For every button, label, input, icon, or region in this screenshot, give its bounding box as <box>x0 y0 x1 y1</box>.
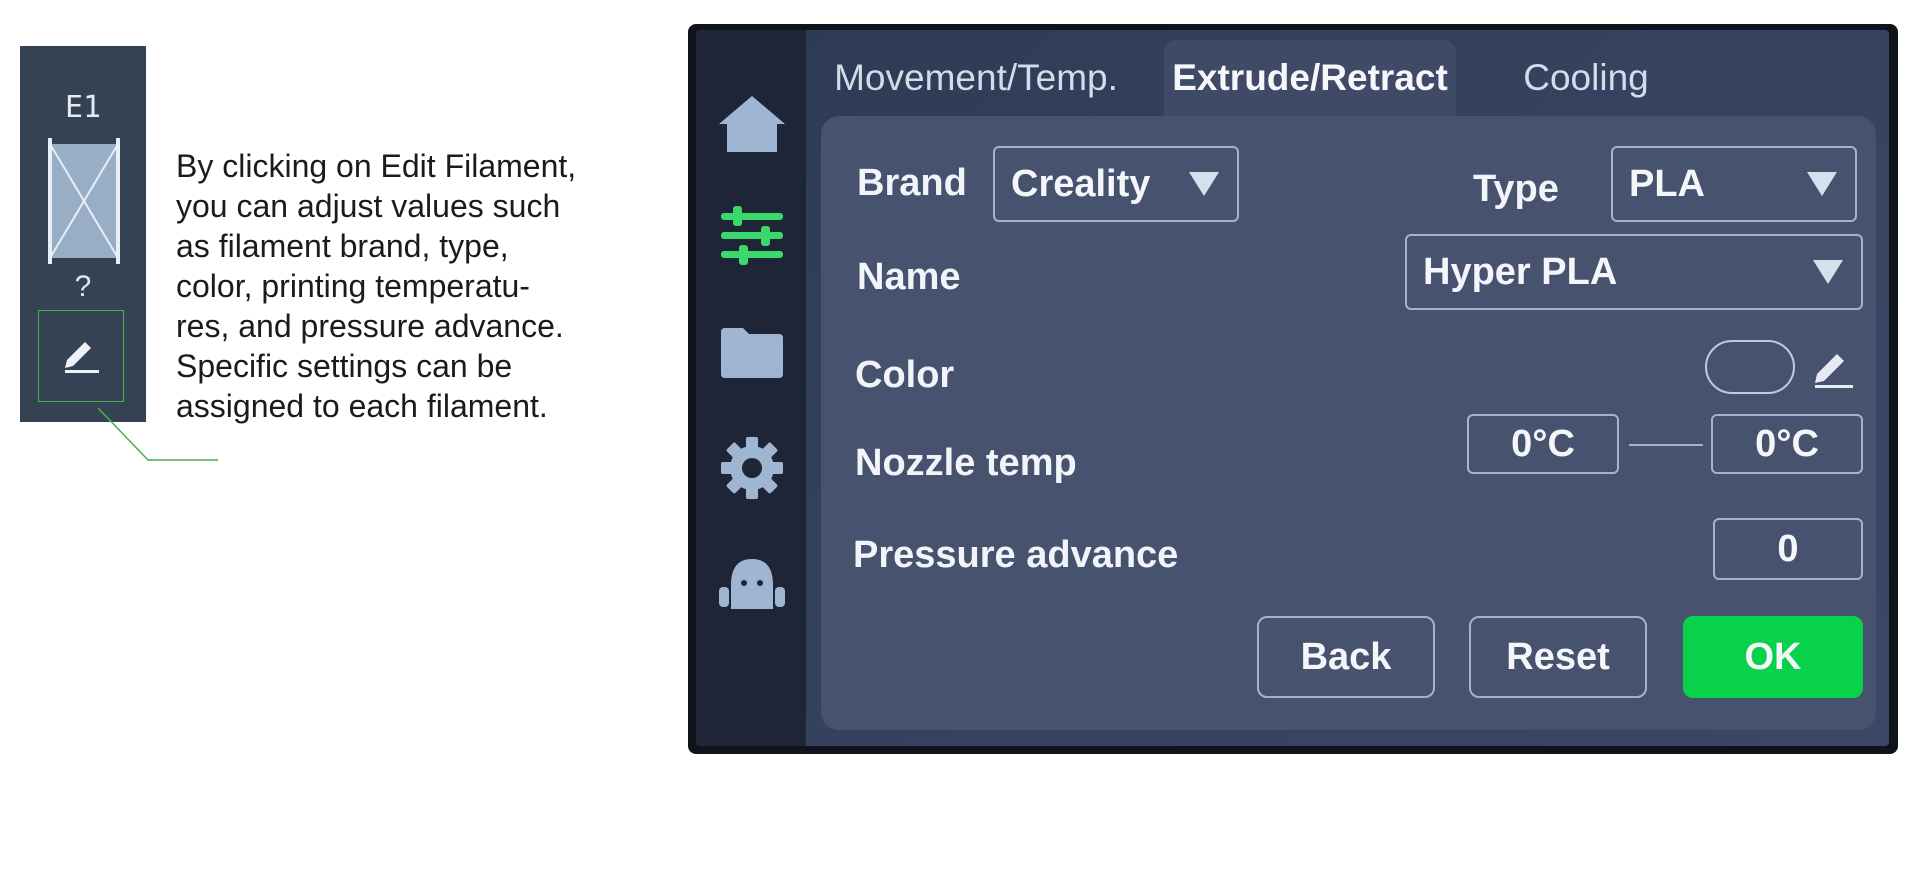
sidebar-item-settings-sliders[interactable] <box>716 200 788 272</box>
ok-button[interactable]: OK <box>1683 616 1863 698</box>
tab-bar: Movement/Temp. Extrude/Retract Cooling <box>806 30 1889 116</box>
sidebar-item-files[interactable] <box>716 316 788 388</box>
nozzle-temp-min-input[interactable]: 0°C <box>1467 414 1619 474</box>
description-line: you can adjust values such <box>176 188 561 224</box>
touch-screen: Movement/Temp. Extrude/Retract Cooling B… <box>696 30 1889 746</box>
name-value: Hyper PLA <box>1423 250 1618 293</box>
tab-cooling[interactable]: Cooling <box>1466 40 1706 116</box>
color-label: Color <box>855 354 955 396</box>
dropdown-arrow-icon <box>1807 172 1837 196</box>
gear-icon <box>721 437 783 499</box>
range-separator <box>1629 444 1703 446</box>
type-value: PLA <box>1629 162 1705 205</box>
sidebar-item-assistant[interactable] <box>716 548 788 620</box>
pressure-advance-input[interactable]: 0 <box>1713 518 1863 580</box>
sidebar-item-system[interactable] <box>716 432 788 504</box>
name-dropdown[interactable]: Hyper PLA <box>1405 234 1863 310</box>
description-line: By clicking on Edit Filament, <box>176 148 577 184</box>
dropdown-arrow-icon <box>1189 172 1219 196</box>
nozzle-temp-label: Nozzle temp <box>855 442 1077 484</box>
name-label: Name <box>857 256 961 298</box>
sidebar-item-home[interactable] <box>716 88 788 160</box>
brand-dropdown[interactable]: Creality <box>993 146 1239 222</box>
back-button[interactable]: Back <box>1257 616 1435 698</box>
robot-icon <box>719 559 785 609</box>
filament-settings-panel: Brand Creality Type PLA Name Hyper PLA C… <box>821 116 1876 730</box>
home-icon <box>719 96 785 152</box>
sliders-icon <box>721 206 783 265</box>
tab-movement-temp[interactable]: Movement/Temp. <box>806 40 1146 116</box>
description-line: as filament brand, type, <box>176 228 509 264</box>
description-line: assigned to each filament. <box>176 388 548 424</box>
tab-extrude-retract[interactable]: Extrude/Retract <box>1164 40 1456 116</box>
description-line: Specific settings can be <box>176 348 513 384</box>
type-dropdown[interactable]: PLA <box>1611 146 1857 222</box>
nozzle-temp-max-input[interactable]: 0°C <box>1711 414 1863 474</box>
pressure-advance-label: Pressure advance <box>853 534 1179 576</box>
dropdown-arrow-icon <box>1813 260 1843 284</box>
brand-value: Creality <box>1011 162 1151 205</box>
description-line: color, printing temperatu- <box>176 268 530 304</box>
type-label: Type <box>1473 168 1559 210</box>
pencil-edit-icon[interactable] <box>1811 350 1855 390</box>
printer-display: Movement/Temp. Extrude/Retract Cooling B… <box>688 24 1898 754</box>
brand-label: Brand <box>857 162 967 204</box>
edit-filament-description: By clicking on Edit Filament, you can ad… <box>176 146 656 426</box>
color-swatch[interactable] <box>1705 340 1795 394</box>
description-line: res, and pressure advance. <box>176 308 564 344</box>
folder-icon <box>721 328 783 378</box>
sidebar <box>696 30 806 746</box>
reset-button[interactable]: Reset <box>1469 616 1647 698</box>
